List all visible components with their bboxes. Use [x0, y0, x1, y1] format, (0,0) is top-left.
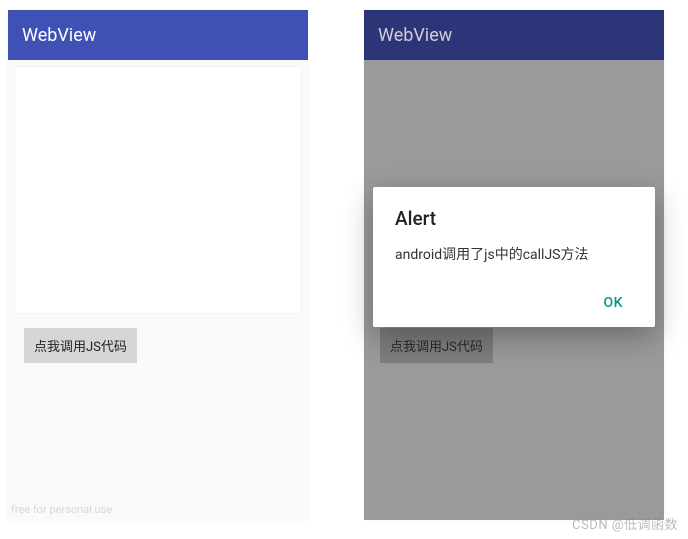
- app-bar-title: WebView: [22, 25, 96, 46]
- app-bar-title: WebView: [378, 25, 452, 46]
- phone-screen-right: WebView 点我调用JS代码 Alert android调用了js中的cal…: [364, 10, 664, 520]
- webview-area[interactable]: [14, 66, 302, 314]
- alert-dialog: Alert android调用了js中的callJS方法 OK: [373, 187, 655, 328]
- content-area: 点我调用JS代码: [8, 60, 308, 369]
- app-bar: WebView: [364, 10, 664, 60]
- dialog-message: android调用了js中的callJS方法: [395, 246, 633, 266]
- call-js-button: 点我调用JS代码: [380, 328, 493, 363]
- footer-note: free for personal use: [11, 503, 112, 516]
- ok-button[interactable]: OK: [594, 287, 634, 319]
- call-js-button[interactable]: 点我调用JS代码: [24, 328, 137, 363]
- watermark-text: CSDN @低调函数: [572, 514, 678, 533]
- dialog-actions: OK: [395, 287, 633, 319]
- dialog-title: Alert: [395, 207, 633, 230]
- app-bar: WebView: [8, 10, 308, 60]
- phone-screen-left: WebView 点我调用JS代码 free for personal use: [8, 10, 308, 520]
